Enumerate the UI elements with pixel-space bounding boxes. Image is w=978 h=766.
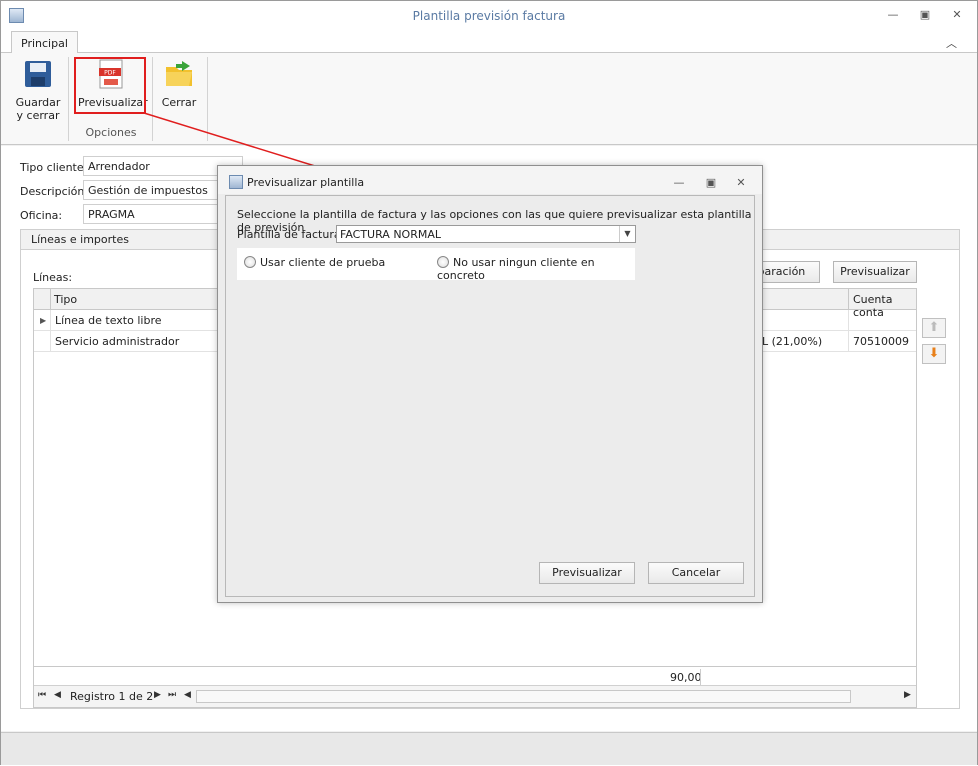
dialog-previsualizar-button[interactable]: Previsualizar xyxy=(539,562,635,584)
dialog-cancelar-button[interactable]: Cancelar xyxy=(648,562,744,584)
status-bar xyxy=(1,732,977,765)
radio-icon xyxy=(437,256,449,268)
oficina-label: Oficina: xyxy=(20,209,63,222)
row-indicator-icon: ▶ xyxy=(40,316,47,325)
collapse-ribbon-icon[interactable]: ︿ xyxy=(946,35,957,51)
cell-tipo: Servicio administrador xyxy=(50,331,183,352)
ribbon-separator xyxy=(207,57,208,141)
move-down-icon[interactable]: ⬇ xyxy=(922,344,946,364)
options-panel: Usar cliente de prueba No usar ningun cl… xyxy=(237,248,635,282)
folder-exit-icon xyxy=(166,61,192,86)
column-tipo[interactable]: Tipo xyxy=(50,289,81,310)
dialog-body: Seleccione la plantilla de factura y las… xyxy=(225,195,755,597)
maximize-icon[interactable]: ▣ xyxy=(917,7,933,23)
grid-previsualizar-button[interactable]: Previsualizar xyxy=(833,261,917,283)
minimize-icon[interactable]: — xyxy=(885,7,901,23)
dialog-title: Previsualizar plantilla xyxy=(247,176,365,189)
cerrar-label: Cerrar xyxy=(161,96,197,109)
radio-prueba-label: Usar cliente de prueba xyxy=(260,256,386,269)
radio-ninguno-label: No usar ningun cliente en concreto xyxy=(437,256,595,282)
record-count: Registro 1 de 2 xyxy=(70,690,154,703)
dialog-app-icon xyxy=(229,175,243,189)
main-window: Plantilla previsión factura — ▣ ✕ Princi… xyxy=(0,0,978,765)
last-record-icon[interactable]: ⏭ xyxy=(168,690,176,700)
tab-principal[interactable]: Principal xyxy=(11,31,78,54)
footer-divider xyxy=(700,669,701,685)
prev-record-icon[interactable]: ◀ xyxy=(54,690,61,700)
descripcion-label: Descripción: xyxy=(20,185,89,198)
next-record-icon[interactable]: ▶ xyxy=(154,690,161,700)
radio-no-usar-cliente[interactable]: No usar ningun cliente en concreto xyxy=(437,256,635,282)
radio-usar-cliente-prueba[interactable]: Usar cliente de prueba xyxy=(244,256,385,269)
chevron-down-icon[interactable]: ▼ xyxy=(619,226,635,242)
scroll-right-icon[interactable]: ▶ xyxy=(904,690,911,700)
cell-tipo: Línea de texto libre xyxy=(50,310,166,331)
plantilla-label: Plantilla de factura: xyxy=(237,228,345,241)
lineas-label: Líneas: xyxy=(33,271,73,284)
dialog-close-icon[interactable]: ✕ xyxy=(733,175,749,191)
dialog-minimize-icon[interactable]: — xyxy=(671,175,687,191)
title-bar: Plantilla previsión factura — ▣ ✕ xyxy=(1,1,977,31)
record-navigator: ⏮ ◀ Registro 1 de 2 ▶ ⏭ ◀ ▶ xyxy=(34,685,916,707)
radio-icon xyxy=(244,256,256,268)
horizontal-scrollbar[interactable] xyxy=(196,690,851,703)
tipo-cliente-label: Tipo cliente: xyxy=(20,161,88,174)
move-up-icon[interactable]: ⬆ xyxy=(922,318,946,338)
previsualizar-dialog: Previsualizar plantilla — ▣ ✕ Seleccione… xyxy=(217,165,763,603)
plantilla-value: FACTURA NORMAL xyxy=(340,228,441,241)
cell-cuenta xyxy=(848,310,857,331)
guardar-cerrar-button[interactable]: Guardar y cerrar xyxy=(15,59,61,122)
grid-footer: 90,00 xyxy=(34,666,916,686)
cerrar-button[interactable]: Cerrar xyxy=(159,59,199,109)
first-record-icon[interactable]: ⏮ xyxy=(38,690,46,700)
ribbon: Guardar y cerrar PDF Previsualizar Cerra… xyxy=(1,53,977,145)
dialog-title-bar: Previsualizar plantilla — ▣ ✕ xyxy=(218,166,762,194)
close-icon[interactable]: ✕ xyxy=(949,7,965,23)
window-title: Plantilla previsión factura xyxy=(412,9,566,23)
ribbon-tabs: Principal ︿ xyxy=(1,31,977,54)
floppy-disk-icon xyxy=(25,61,51,87)
guardar-label: Guardar y cerrar xyxy=(15,96,61,122)
scroll-left-icon[interactable]: ◀ xyxy=(184,690,191,700)
cell-cuenta: 70510009 xyxy=(848,331,913,352)
dialog-maximize-icon[interactable]: ▣ xyxy=(703,175,719,191)
plantilla-select[interactable]: FACTURA NORMAL ▼ xyxy=(336,225,636,243)
cell-iva: L (21,00%) xyxy=(762,335,823,348)
highlight-box xyxy=(74,57,146,114)
column-cuenta[interactable]: Cuenta conta xyxy=(848,289,916,319)
ribbon-group-label: Opciones xyxy=(85,126,137,139)
